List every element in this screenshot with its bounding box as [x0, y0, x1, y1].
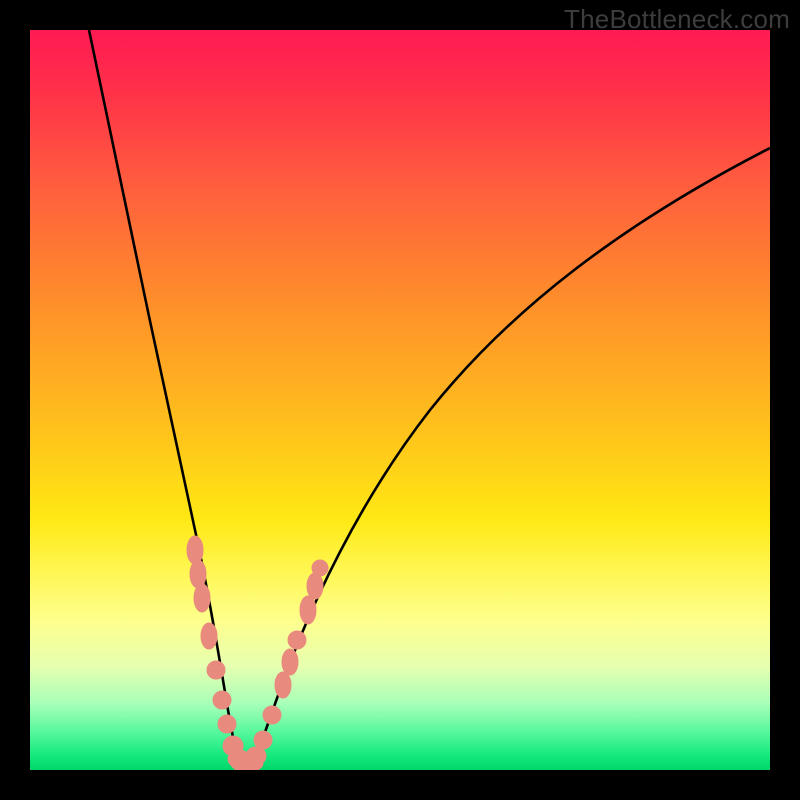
marker-dot [300, 596, 316, 624]
marker-dot [254, 731, 272, 749]
marker-dot [218, 715, 236, 733]
marker-group [187, 536, 328, 770]
outer-frame: TheBottleneck.com [0, 0, 800, 800]
marker-dot [307, 573, 323, 599]
marker-dot [263, 706, 281, 724]
marker-dot [246, 747, 266, 765]
marker-dot [282, 649, 298, 675]
curve-layer [30, 30, 770, 770]
marker-dot [201, 623, 217, 649]
plot-area [30, 30, 770, 770]
curve-right [252, 148, 770, 770]
marker-dot [288, 631, 306, 649]
curve-left [89, 30, 240, 770]
marker-dot [275, 672, 291, 698]
marker-dot [207, 661, 225, 679]
marker-dot [312, 560, 328, 576]
watermark-text: TheBottleneck.com [564, 4, 790, 35]
marker-dot [194, 584, 210, 612]
marker-dot [213, 691, 231, 709]
marker-dot [187, 536, 203, 564]
